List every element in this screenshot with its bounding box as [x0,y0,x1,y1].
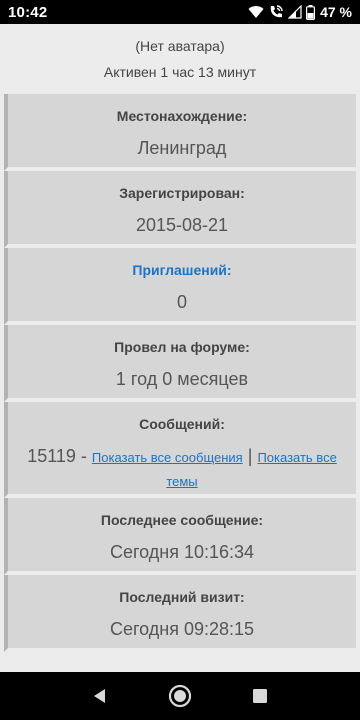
location-label: Местонахождение: [116,108,248,124]
location-row: Местонахождение: Ленинград [4,94,356,171]
last-message-label: Последнее сообщение: [100,512,264,528]
profile-header: (Нет аватара) Активен 1 час 13 минут [0,24,360,94]
navigation-bar [0,672,360,720]
back-triangle-icon [94,689,105,703]
time-on-forum-row: Провел на форуме: 1 год 0 месяцев [4,325,356,402]
registered-row: Зарегистрирован: 2015-08-21 [4,171,356,248]
last-visit-value: Сегодня 09:28:15 [109,619,255,639]
invites-row: Приглашений: 0 [4,248,356,325]
messages-label: Сообщений: [139,416,225,432]
time-on-forum-value: 1 год 0 месяцев [115,369,249,389]
battery-percent: 47 % [320,4,352,20]
registered-label: Зарегистрирован: [119,185,245,201]
home-circle-icon [168,684,192,708]
back-button[interactable] [80,676,120,716]
status-time: 10:42 [8,3,48,21]
messages-row: Сообщений: 15119 - Показать все сообщени… [4,402,356,498]
registered-value: 2015-08-21 [135,215,229,235]
show-all-topics-link-continued[interactable]: темы [166,474,197,489]
activity-status: Активен 1 час 13 минут [103,64,257,80]
time-on-forum-label: Провел на форуме: [114,339,250,355]
location-value: Ленинград [137,138,227,158]
show-all-messages-link[interactable]: Показать все сообщения [92,450,243,465]
last-visit-row: Последний визит: Сегодня 09:28:15 [4,575,356,652]
last-message-row: Последнее сообщение: Сегодня 10:16:34 [4,498,356,575]
messages-line2: темы [24,470,340,492]
last-visit-label: Последний визит: [119,589,245,605]
show-all-topics-link[interactable]: Показать все [257,450,336,465]
invites-link[interactable]: Приглашений: [8,262,356,278]
last-message-value: Сегодня 10:16:34 [109,542,255,562]
status-bar: 10:42 47 % [0,0,360,24]
wifi-icon [248,5,264,19]
invites-value: 0 [176,292,187,312]
cell-signal-icon [288,5,302,19]
wifi-calling-icon [268,4,284,20]
recents-square-icon [253,689,267,703]
messages-count: 15119 - [27,446,87,466]
battery-icon [306,4,316,20]
profile-content[interactable]: (Нет аватара) Активен 1 час 13 минут Мес… [0,24,360,672]
status-icons: 47 % [248,4,352,20]
avatar-placeholder: (Нет аватара) [135,38,225,54]
messages-value: 15119 - Показать все сообщения | Показат… [8,446,356,492]
link-separator: | [247,446,253,466]
recents-button[interactable] [240,676,280,716]
home-button[interactable] [160,676,200,716]
